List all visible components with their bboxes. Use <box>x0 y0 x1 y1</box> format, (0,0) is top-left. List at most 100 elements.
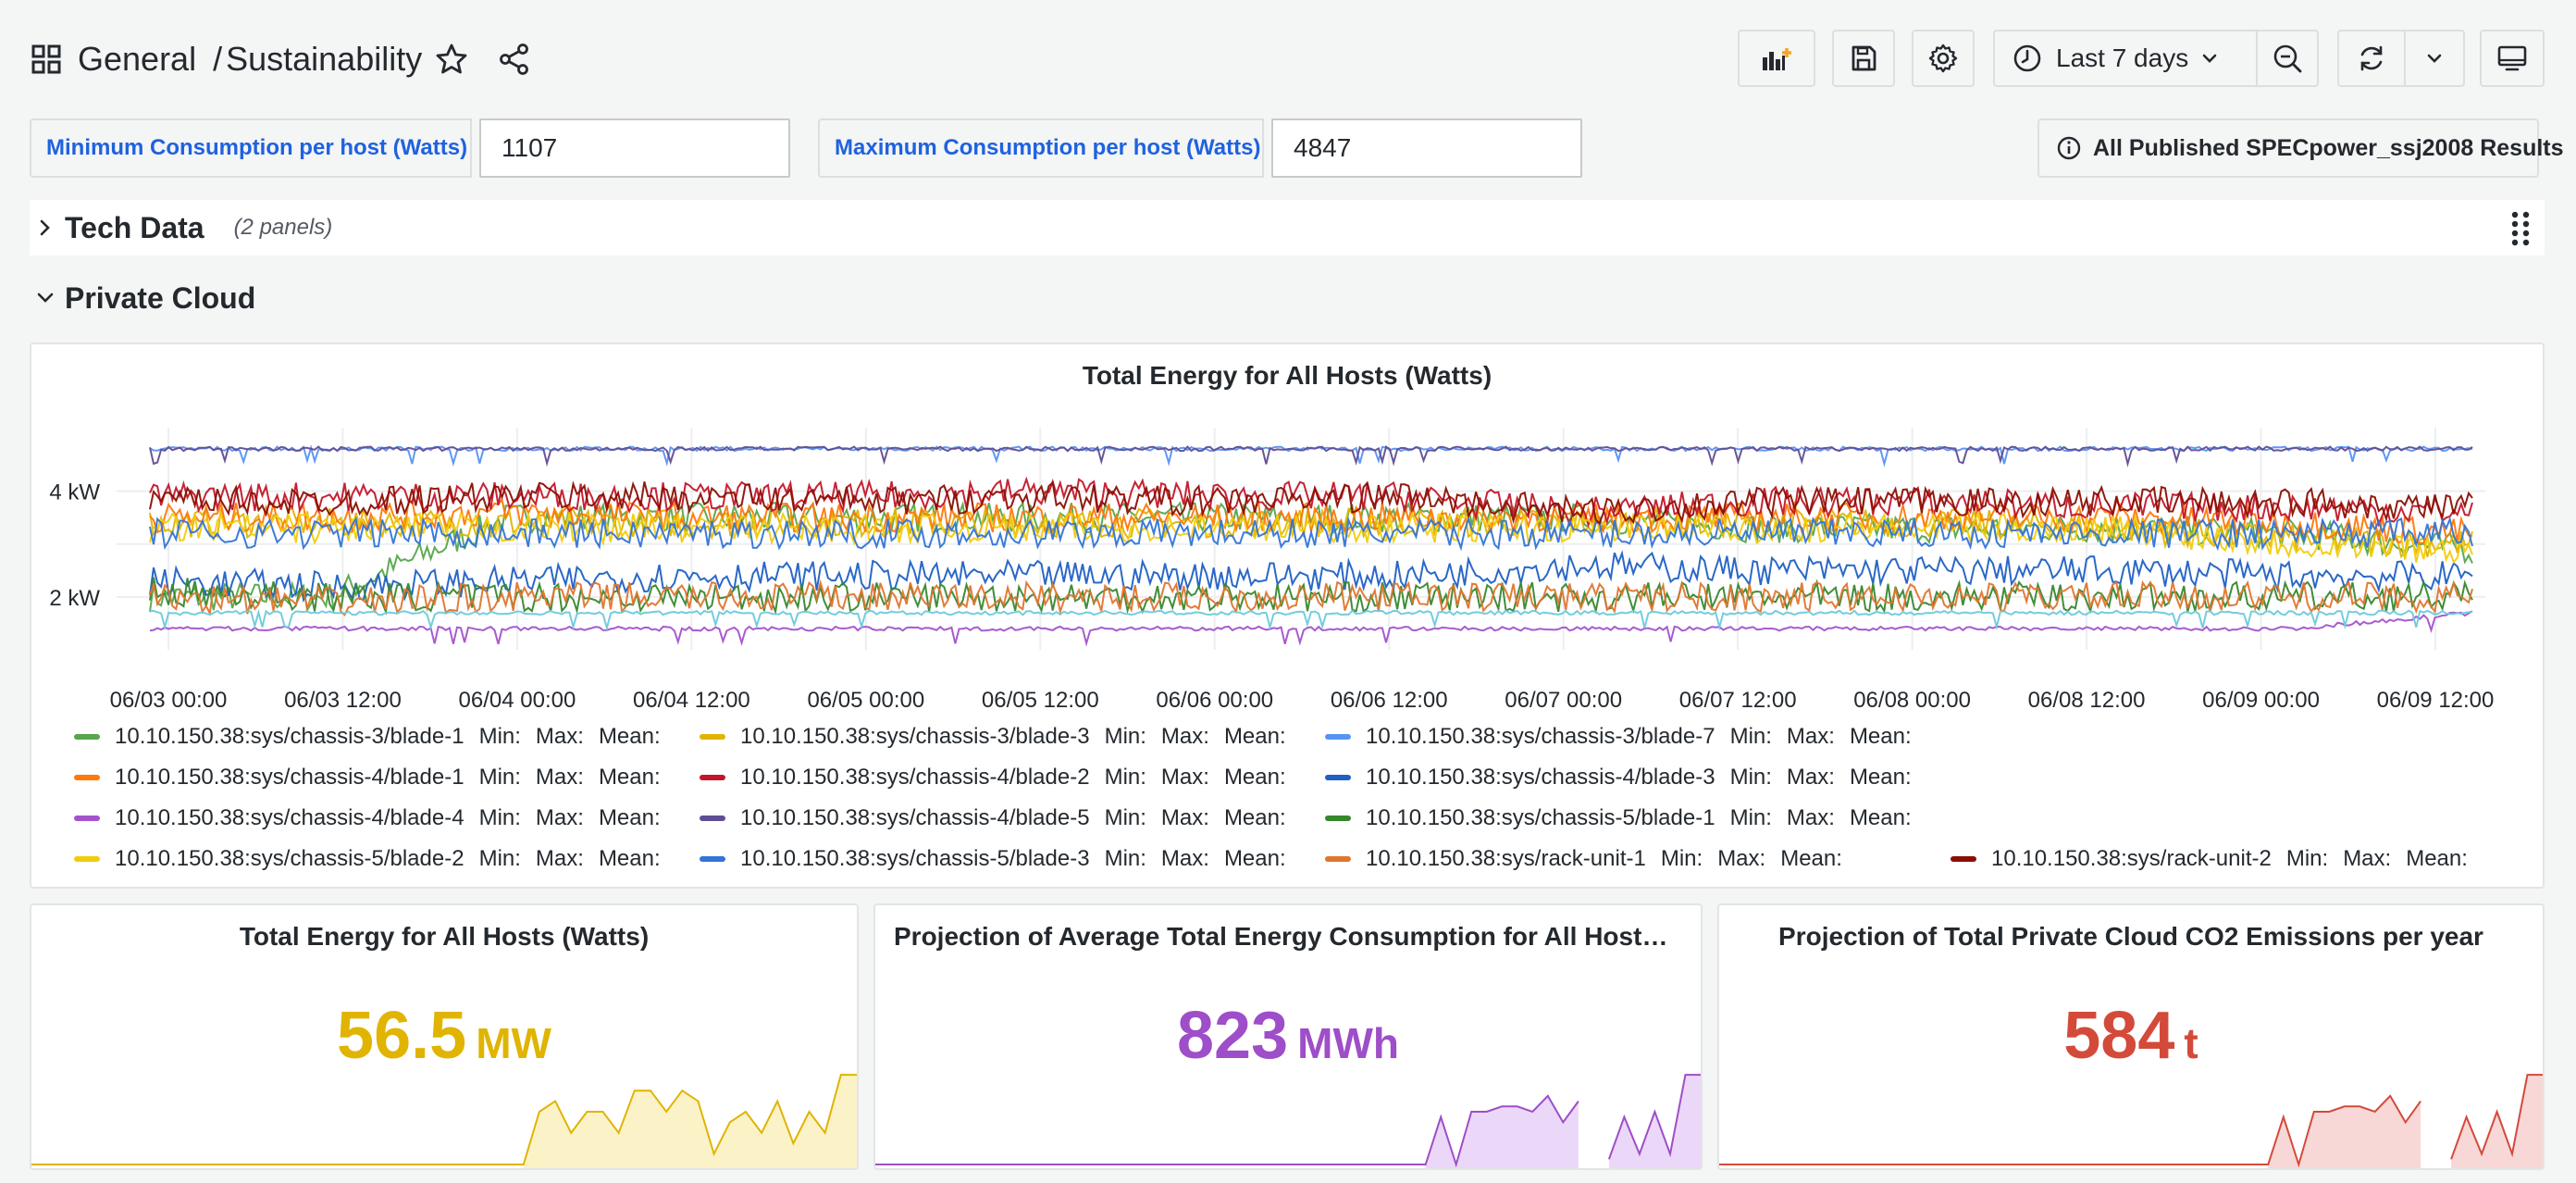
dashboards-grid-icon[interactable] <box>31 44 61 74</box>
legend-series-name: 10.10.150.38:sys/rack-unit-2 <box>1991 846 2272 871</box>
share-icon[interactable] <box>498 43 531 76</box>
sparkline-area <box>523 1075 857 1168</box>
y-tick-label: 4 kW <box>49 480 100 505</box>
save-button[interactable] <box>1832 30 1895 87</box>
legend-item[interactable]: 10.10.150.38:sys/chassis-5/blade-2 Min: Ma… <box>74 846 700 872</box>
refresh-button[interactable] <box>2337 30 2406 87</box>
legend-item[interactable]: 10.10.150.38:sys/chassis-4/blade-1 Min: Ma… <box>74 765 700 791</box>
legend-item[interactable]: 10.10.150.38:sys/chassis-5/blade-3 Min: Ma… <box>700 846 1325 872</box>
legend-item[interactable]: 10.10.150.38:sys/chassis-5/blade-1 Min: Ma… <box>1325 805 1951 831</box>
legend-swatch <box>700 775 725 780</box>
legend-stat-max: Max: <box>535 724 584 749</box>
stat-number: 823 <box>1177 999 1289 1073</box>
x-tick-label: 06/05 00:00 <box>807 688 924 713</box>
row-tech-data[interactable]: Tech Data (2 panels) <box>30 200 2545 255</box>
stat-panel-energy-projection[interactable]: Projection of Average Total Energy Consu… <box>873 903 1703 1170</box>
top-nav: General / Sustainability Last 7 days <box>0 0 2576 117</box>
legend-stat-min: Min: <box>1729 724 1772 749</box>
legend-stat-mean: Mean: <box>1223 846 1286 871</box>
x-tick-label: 06/04 00:00 <box>459 688 576 713</box>
legend-stat-min: Min: <box>1104 805 1146 830</box>
timeseries-panel[interactable]: Total Energy for All Hosts (Watts) 2 kW 4… <box>30 342 2545 889</box>
legend-stat-mean: Mean: <box>598 724 661 749</box>
zoom-out-button[interactable] <box>2256 30 2319 87</box>
max-consumption-input[interactable] <box>1271 118 1582 178</box>
min-consumption-input[interactable] <box>479 118 790 178</box>
x-tick-label: 06/08 00:00 <box>1853 688 1971 713</box>
legend-series-name: 10.10.150.38:sys/chassis-3/blade-7 <box>1366 724 1715 749</box>
legend-item[interactable]: 10.10.150.38:sys/rack-unit-2 Min: Max: Mean… <box>1951 846 2468 872</box>
panel-title: Projection of Total Private Cloud CO2 Em… <box>1778 922 2483 951</box>
tv-mode-button[interactable] <box>2480 30 2545 87</box>
add-panel-button[interactable] <box>1738 30 1815 87</box>
legend-item[interactable]: 10.10.150.38:sys/chassis-3/blade-1 Min: Ma… <box>74 724 700 750</box>
legend-item[interactable]: 10.10.150.38:sys/chassis-4/blade-4 Min: Ma… <box>74 805 700 831</box>
legend-stat-min: Min: <box>478 805 521 830</box>
stat-unit: MWh <box>1297 1019 1399 1067</box>
legend-swatch <box>1325 856 1351 862</box>
legend-stat-min: Min: <box>478 846 521 871</box>
add-panel-icon <box>1763 48 1791 70</box>
legend-stat-mean: Mean: <box>598 805 661 830</box>
time-picker-button[interactable]: Last 7 days <box>1993 30 2258 87</box>
refresh-interval-button[interactable] <box>2404 30 2465 87</box>
legend-swatch <box>1325 816 1351 821</box>
refresh-icon <box>2360 45 2383 71</box>
legend-stat-min: Min: <box>2285 846 2329 871</box>
x-tick-label: 06/03 00:00 <box>110 688 228 713</box>
legend-stat-mean: Mean: <box>1223 765 1286 790</box>
legend-item[interactable]: 10.10.150.38:sys/chassis-4/blade-2 Min: Ma… <box>700 765 1325 791</box>
time-range-label: Last 7 days <box>2056 44 2189 72</box>
stat-panel-co2-projection[interactable]: Projection of Total Private Cloud CO2 Em… <box>1717 903 2545 1170</box>
x-tick-label: 06/07 12:00 <box>1679 688 1797 713</box>
clock-icon <box>2013 44 2041 72</box>
x-tick-label: 06/04 12:00 <box>633 688 750 713</box>
row-panel-count: (2 panels) <box>233 215 333 240</box>
stat-number: 56.5 <box>337 999 467 1073</box>
legend-series-name: 10.10.150.38:sys/chassis-4/blade-5 <box>740 805 1090 830</box>
legend-stat-mean: Mean: <box>1223 724 1286 749</box>
legend-stat-min: Min: <box>1104 846 1146 871</box>
legend-swatch <box>74 775 100 780</box>
legend-item[interactable]: 10.10.150.38:sys/chassis-3/blade-3 Min: Ma… <box>700 724 1325 750</box>
specpower-results-link[interactable]: All Published SPECpower_ssj2008 Results <box>2037 118 2564 178</box>
legend-row: 10.10.150.38:sys/chassis-5/blade-2 Min: Ma… <box>74 839 2526 879</box>
legend-stat-min: Min: <box>1104 765 1146 790</box>
panel-title: Projection of Average Total Energy Consu… <box>894 922 1701 951</box>
legend-series-name: 10.10.150.38:sys/chassis-5/blade-2 <box>115 846 464 871</box>
legend-item[interactable]: 10.10.150.38:sys/chassis-4/blade-5 Min: Ma… <box>700 805 1325 831</box>
info-icon <box>2057 136 2081 160</box>
drag-handle-icon[interactable] <box>2509 209 2532 248</box>
legend-swatch <box>700 856 725 862</box>
stat-panel-total-energy[interactable]: Total Energy for All Hosts (Watts) 56.5 M… <box>30 903 859 1170</box>
legend-stat-min: Min: <box>1729 765 1772 790</box>
legend-item[interactable]: 10.10.150.38:sys/chassis-4/blade-3 Min: Ma… <box>1325 765 1951 791</box>
settings-button[interactable] <box>1912 30 1975 87</box>
legend-stat-max: Max: <box>1786 805 1835 830</box>
stat-value: 823 MWh <box>875 998 1701 1074</box>
timeseries-chart[interactable]: 2 kW 4 kW 06/03 00:00 06/03 12:00 06/04 00:0… <box>31 344 2543 724</box>
legend-stat-mean: Mean: <box>1849 765 1912 790</box>
breadcrumb-dashboard[interactable]: Sustainability <box>226 40 422 78</box>
legend-swatch <box>74 816 100 821</box>
breadcrumb-folder[interactable]: General <box>78 40 196 78</box>
max-consumption-label: Maximum Consumption per host (Watts) <box>818 118 1264 178</box>
row-private-cloud[interactable]: Private Cloud <box>30 274 255 322</box>
legend-series-name: 10.10.150.38:sys/chassis-4/blade-2 <box>740 765 1090 790</box>
legend-swatch <box>74 856 100 862</box>
legend-item[interactable]: 10.10.150.38:sys/chassis-3/blade-7 Min: Ma… <box>1325 724 1951 750</box>
breadcrumb: General / Sustainability <box>78 37 422 81</box>
legend-stat-min: Min: <box>1660 846 1703 871</box>
legend-series-name: 10.10.150.38:sys/chassis-5/blade-3 <box>740 846 1090 871</box>
x-tick-label: 06/08 12:00 <box>2028 688 2146 713</box>
series-line <box>149 445 2473 467</box>
x-tick-label: 06/03 12:00 <box>284 688 402 713</box>
legend-item[interactable]: 10.10.150.38:sys/rack-unit-1 Min: Max: Mean… <box>1325 846 1951 872</box>
legend-series-name: 10.10.150.38:sys/chassis-3/blade-1 <box>115 724 464 749</box>
x-tick-label: 06/07 00:00 <box>1505 688 1622 713</box>
stat-value: 584 t <box>1719 998 2543 1074</box>
star-icon[interactable] <box>435 43 468 76</box>
legend-stat-max: Max: <box>1160 846 1209 871</box>
x-tick-label: 06/06 00:00 <box>1156 688 1273 713</box>
legend-swatch <box>1325 734 1351 740</box>
